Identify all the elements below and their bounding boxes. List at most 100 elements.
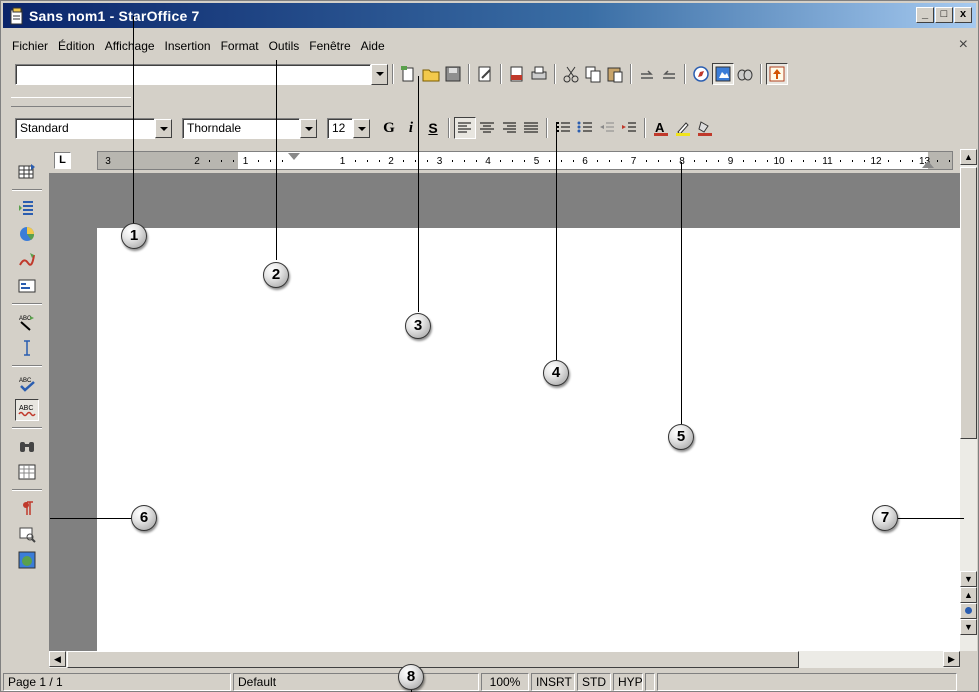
scroll-up-button[interactable]: ▲ [960,149,977,165]
new-document-icon[interactable] [398,63,420,85]
close-document-icon[interactable]: × [959,36,968,54]
text-cursor-icon[interactable] [15,337,39,359]
print-icon[interactable] [528,63,550,85]
callout-line-6 [50,518,132,519]
align-center-icon[interactable] [476,117,498,139]
save-icon[interactable] [442,63,464,85]
nonprinting-characters-icon[interactable] [15,497,39,519]
data-sources-icon[interactable] [734,63,756,85]
url-input[interactable] [15,63,371,85]
status-page-style[interactable]: Default [233,673,479,691]
menu-outils[interactable]: Outils [264,39,305,53]
insert-fields-icon[interactable] [15,197,39,219]
status-zoom[interactable]: 100% [481,673,529,691]
align-left-icon[interactable] [454,117,476,139]
justify-icon[interactable] [520,117,542,139]
ruler-tick [378,160,380,162]
insert-table-icon[interactable] [15,161,39,183]
background-color-icon[interactable] [694,117,716,139]
increase-indent-icon[interactable] [618,117,640,139]
vertical-scroll-thumb[interactable] [960,167,977,439]
ruler-tick [694,160,696,162]
autocomplete-icon[interactable]: ABC [15,311,39,333]
scroll-left-button[interactable]: ◀ [49,651,66,667]
ruler-tick [803,160,805,162]
close-window-button[interactable]: x [954,7,972,23]
next-page-button[interactable]: ▼ [960,619,977,635]
horizontal-scroll-thumb[interactable] [67,651,799,668]
callout-4: 4 [543,360,569,386]
navigation-button[interactable] [960,603,977,619]
horizontal-scrollbar[interactable]: ◀ ▶ [49,651,960,668]
font-name-dropdown[interactable] [300,118,317,138]
paragraph-style-select[interactable]: Standard [15,117,155,139]
callout-line-3 [418,76,419,312]
stylist-icon[interactable] [766,63,788,85]
graphics-off-icon[interactable] [15,523,39,545]
status-insert-mode[interactable]: INSRT [531,673,575,691]
edit-file-icon[interactable] [474,63,496,85]
data-source-table-icon[interactable] [15,461,39,483]
export-pdf-icon[interactable] [506,63,528,85]
menu-aide[interactable]: Aide [356,39,390,53]
spellcheck-icon[interactable]: ABC [15,373,39,395]
menu-affichage[interactable]: Affichage [100,39,160,53]
document-area[interactable] [49,173,960,651]
online-layout-icon[interactable] [15,549,39,571]
ruler-tick [281,160,283,162]
font-size-dropdown[interactable] [353,118,370,138]
ruler-start-label: 3 [105,156,111,167]
underline-button[interactable]: S [422,117,444,139]
redo-icon[interactable] [658,63,680,85]
scroll-right-button[interactable]: ▶ [943,651,960,667]
bullets-icon[interactable] [574,117,596,139]
ruler-label: 1 [242,156,249,167]
highlight-icon[interactable] [672,117,694,139]
document-page[interactable] [97,228,960,651]
ruler-tick [791,160,793,162]
url-dropdown-button[interactable] [371,63,388,85]
vertical-scrollbar[interactable]: ▲ ▼ ▲ ▼ [960,149,977,651]
minimize-button[interactable]: _ [916,7,934,23]
open-icon[interactable] [420,63,442,85]
find-replace-icon[interactable] [15,435,39,457]
title-bar[interactable]: Sans nom1 - StarOffice 7 _ □ x [3,3,976,28]
right-indent-marker-icon[interactable] [922,161,934,168]
tab-type-button[interactable]: L [54,152,71,169]
font-color-icon[interactable]: A [650,117,672,139]
scroll-down-button[interactable]: ▼ [960,571,977,587]
undo-icon[interactable] [636,63,658,85]
copy-icon[interactable] [582,63,604,85]
navigator-icon[interactable] [690,63,712,85]
horizontal-ruler[interactable]: L 3 21123456789101112131415 [49,149,960,171]
menu-edition[interactable]: Édition [53,39,100,53]
menu-fichier[interactable]: Fichier [7,39,53,53]
maximize-button[interactable]: □ [935,7,953,23]
autospellcheck-icon[interactable]: ABC [15,399,39,421]
font-size-select[interactable]: 12 [327,117,353,139]
previous-page-button[interactable]: ▲ [960,587,977,603]
form-functions-icon[interactable] [15,275,39,297]
insert-object-icon[interactable] [15,223,39,245]
menu-format[interactable]: Format [216,39,264,53]
status-hyperlink-mode[interactable]: HYP [613,673,643,691]
decrease-indent-icon[interactable] [596,117,618,139]
ruler-label: 10 [773,156,785,167]
ruler-label: 6 [582,156,588,167]
draw-functions-icon[interactable] [15,249,39,271]
gallery-icon[interactable] [712,63,734,85]
cut-icon[interactable] [560,63,582,85]
paragraph-style-dropdown[interactable] [155,118,172,138]
ruler-tick [475,160,477,162]
menu-fenetre[interactable]: Fenêtre [304,39,355,53]
align-right-icon[interactable] [498,117,520,139]
bold-button[interactable]: G [378,117,400,139]
ruler-scale[interactable]: 3 21123456789101112131415 [97,151,953,170]
paste-icon[interactable] [604,63,626,85]
font-name-select[interactable]: Thorndale [182,117,300,139]
indent-marker-icon[interactable] [288,153,300,160]
menu-insertion[interactable]: Insertion [160,39,216,53]
status-selection-mode[interactable]: STD [577,673,611,691]
toolbar-handle[interactable] [11,97,131,107]
status-page[interactable]: Page 1 / 1 [3,673,231,691]
